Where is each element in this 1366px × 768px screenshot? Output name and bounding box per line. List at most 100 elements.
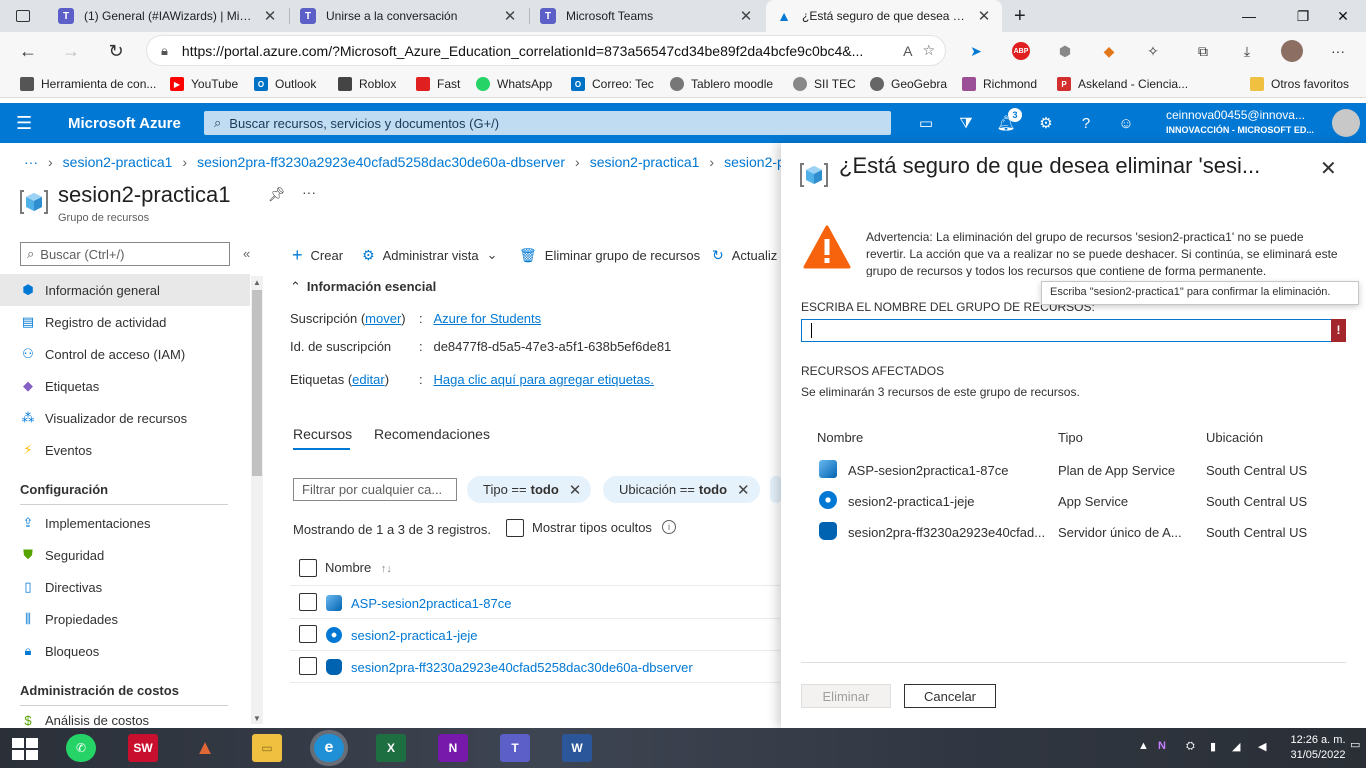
fav-askeland[interactable]: P Askeland - Ciencia... [1057,74,1188,94]
table-row[interactable]: sesion2-practica1-jeje [326,626,477,644]
fav-roblox[interactable]: Roblox [338,74,396,94]
settings-more-icon[interactable]: ··· [1326,39,1350,63]
adblock-icon[interactable]: ABP [1009,39,1033,63]
forward-icon[interactable]: → [55,35,87,67]
feedback-icon[interactable]: ☺ [1114,112,1138,134]
menu-item-policies[interactable]: ▯ Directivas [0,571,250,603]
directory-filter-icon[interactable]: ⧩ [954,112,978,134]
onenote-icon[interactable]: N [438,734,468,762]
scroll-down-icon[interactable]: ▼ [253,714,261,723]
browser-tab-microsoft-teams[interactable]: T Microsoft Teams ✕ [530,0,764,32]
refresh-button[interactable]: ↻ Actualiz [712,246,777,264]
battery-icon[interactable]: ▮ [1210,740,1216,753]
tab-actions-icon[interactable] [10,0,38,32]
downloads-icon[interactable]: ⤓ [1235,39,1259,63]
breadcrumb-item[interactable]: sesion2pra-ff3230a2923e40cfad5258dac30de… [197,154,565,170]
refresh-icon[interactable]: ↻ [100,35,132,67]
tab-resources[interactable]: Recursos [293,426,352,442]
fav-whatsapp[interactable]: WhatsApp [476,74,552,94]
tab-close-icon[interactable]: ✕ [502,7,518,25]
resource-link[interactable]: ASP-sesion2practica1-87ce [351,596,511,611]
browser-tab-azure-delete[interactable]: ▲ ¿Está seguro de que desea elimir ✕ [766,0,1002,32]
remove-filter-icon[interactable]: ✕ [737,481,750,499]
delete-group-button[interactable]: 🗑︎ Eliminar grupo de recursos [519,246,700,264]
onenote-tray-icon[interactable]: N [1158,740,1166,752]
edge-icon[interactable]: e [314,734,344,762]
pin-icon[interactable]: 📌︎ [268,186,286,203]
filter-input[interactable]: Filtrar por cualquier ca... [293,478,457,501]
whatsapp-icon[interactable]: ✆ [66,734,96,762]
menu-item-overview[interactable]: ⬢ Información general [0,274,250,306]
fav-sii-tec[interactable]: SII TEC [793,74,856,94]
menu-item-iam[interactable]: ⚇ Control de acceso (IAM) [0,338,250,370]
metamask-icon[interactable]: ◆ [1097,39,1121,63]
collections-icon[interactable]: ⧉ [1191,39,1215,63]
more-options-icon[interactable]: ··· [302,184,316,200]
tab-recommendations[interactable]: Recomendaciones [374,426,490,442]
row-checkbox[interactable] [299,625,317,643]
menu-search-input[interactable]: ⌕ Buscar (Ctrl+/) [20,242,230,266]
extension-arrow-icon[interactable]: ➤ [964,39,988,63]
azure-brand[interactable]: Microsoft Azure [68,115,181,132]
fav-fast[interactable]: Fast [416,74,460,94]
show-hidden-checkbox[interactable] [506,519,524,537]
cloud-shell-icon[interactable]: ▭ [914,112,938,134]
close-icon[interactable]: ✕ [1320,156,1337,181]
breadcrumb-item[interactable]: sesion2-practica1 [63,154,173,170]
filter-pill-type[interactable]: Tipo == todo ✕ [467,476,592,503]
notifications-icon[interactable]: 🔔︎ 3 [994,108,1022,134]
favorite-star-icon[interactable]: ☆ [922,42,935,59]
filter-pill-location[interactable]: Ubicación == todo ✕ [603,476,760,503]
select-all-checkbox[interactable] [299,559,317,577]
breadcrumb-more[interactable]: ··· [24,154,38,170]
move-subscription-link[interactable]: mover [365,311,401,326]
table-row[interactable]: sesion2pra-ff3230a2923e40cfad5258dac30de… [326,658,693,676]
remove-filter-icon[interactable]: ✕ [569,481,582,499]
fav-herramienta[interactable]: Herramienta de con... [20,74,156,94]
notification-center-icon[interactable]: ▭ [1350,738,1360,751]
tab-close-icon[interactable]: ✕ [738,7,754,25]
back-icon[interactable]: ← [12,35,44,67]
manage-view-button[interactable]: ⚙ Administrar vista ⌄ [362,246,498,264]
cancel-button[interactable]: Cancelar [904,684,996,708]
file-explorer-icon[interactable]: ▭ [252,734,282,762]
excel-icon[interactable]: X [376,734,406,762]
resource-link[interactable]: sesion2pra-ff3230a2923e40cfad5258dac30de… [351,660,693,675]
menu-item-deployments[interactable]: ⇪ Implementaciones [0,507,250,539]
tab-close-icon[interactable]: ✕ [262,7,278,25]
extension-shield-icon[interactable]: ⬢ [1053,39,1077,63]
wifi-icon[interactable]: ◢ [1232,740,1240,753]
url-field[interactable]: 🔒︎ https://portal.azure.com/?Microsoft_A… [146,35,946,66]
menu-item-events[interactable]: ⚡ Eventos [0,434,250,466]
fav-moodle[interactable]: Tablero moodle [670,74,773,94]
column-header-name[interactable]: Nombre ↑↓ [325,560,392,575]
tray-overflow-icon[interactable]: ▲ [1138,740,1149,752]
portal-menu-icon[interactable]: ☰ [16,113,32,134]
menu-item-security[interactable]: ⛊ Seguridad [0,539,250,571]
close-window-icon[interactable]: ✕ [1320,0,1366,32]
read-aloud-icon[interactable]: A [903,43,912,59]
menu-item-activity-log[interactable]: ▤ Registro de actividad [0,306,250,338]
settings-gear-icon[interactable]: ⚙ [1034,112,1058,134]
windows-start-icon[interactable] [12,738,38,760]
subscription-link[interactable]: Azure for Students [433,311,541,326]
create-button[interactable]: + Crear [292,245,343,265]
collapse-menu-icon[interactable]: « [243,246,250,261]
menu-item-tags[interactable]: ◆ Etiquetas [0,370,250,402]
fav-richmond[interactable]: Richmond [962,74,1037,94]
row-checkbox[interactable] [299,657,317,675]
scroll-up-icon[interactable]: ▲ [253,278,261,287]
volume-icon[interactable]: ◀ [1258,740,1266,753]
word-icon[interactable]: W [562,734,592,762]
fav-correo-tec[interactable]: O Correo: Tec [571,74,654,94]
menu-item-properties[interactable]: ⫼ Propiedades [0,603,250,635]
help-icon[interactable]: ? [1074,112,1098,134]
browser-tab-unirse[interactable]: T Unirse a la conversación ✕ [290,0,528,32]
profile-avatar[interactable] [1280,39,1304,63]
browser-tab-teams-general[interactable]: T (1) General (#IAWizards) | Micros ✕ [48,0,288,32]
avatar[interactable] [1332,109,1360,137]
delete-button[interactable]: Eliminar [801,684,891,708]
new-tab-button[interactable]: + [1008,0,1036,32]
account-menu[interactable]: ceinnova00455@innova... INNOVACCIÓN - MI… [1166,108,1326,138]
menu-item-locks[interactable]: 🔒︎ Bloqueos [0,635,250,667]
